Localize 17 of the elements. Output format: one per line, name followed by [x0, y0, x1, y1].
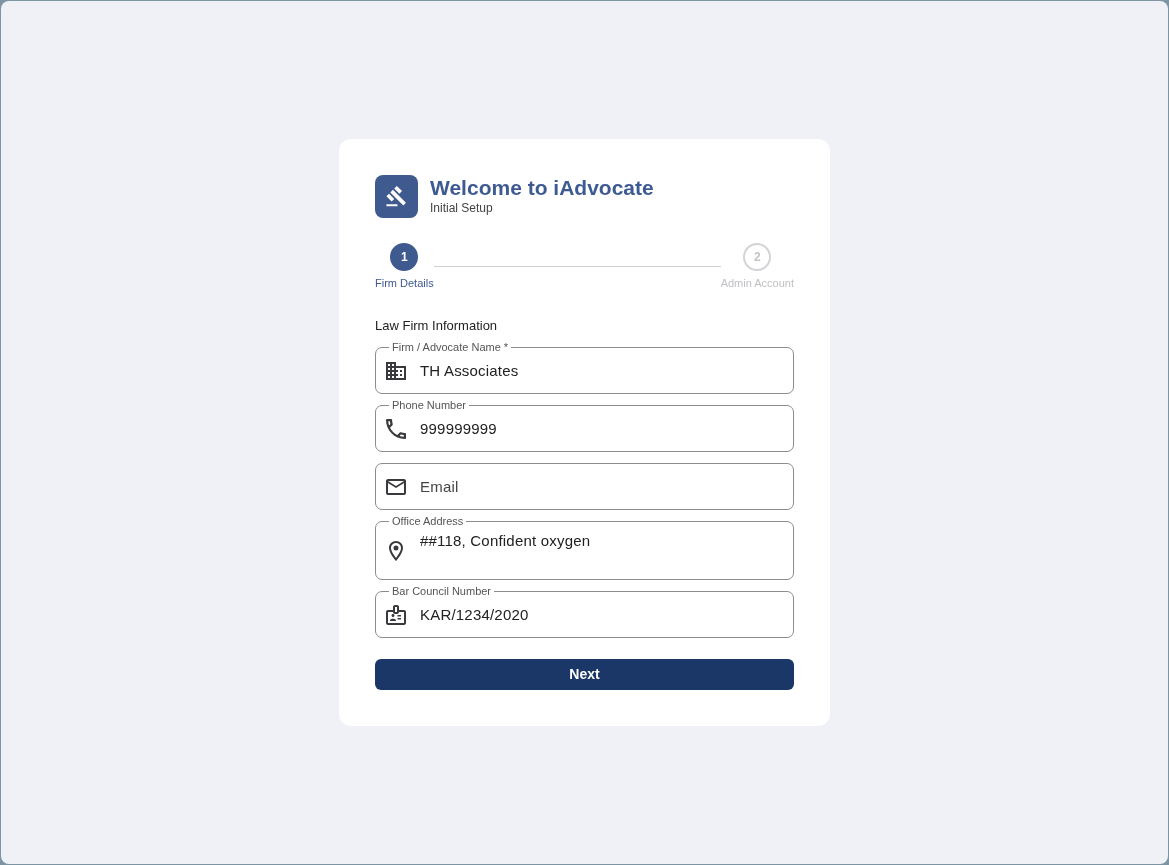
location-pin-icon [386, 540, 406, 561]
id-badge-icon [386, 604, 406, 625]
text-input[interactable]: Email [420, 475, 783, 498]
gavel-icon [375, 174, 418, 218]
step-label: Firm Details [375, 276, 434, 290]
input-field[interactable]: Email [375, 463, 794, 511]
step-number: 2 [743, 242, 772, 271]
text-input[interactable]: 999999999 [420, 417, 783, 440]
phone-icon [386, 418, 406, 439]
step-number: 1 [390, 242, 419, 271]
step-label: Admin Account [720, 276, 794, 290]
building-icon [386, 360, 406, 381]
app-title: Welcome to iAdvocate [430, 176, 654, 200]
mail-icon [386, 476, 406, 497]
next-button[interactable]: Next [375, 659, 794, 691]
app-subtitle: Initial Setup [430, 201, 494, 216]
section-title: Law Firm Information [375, 317, 499, 334]
